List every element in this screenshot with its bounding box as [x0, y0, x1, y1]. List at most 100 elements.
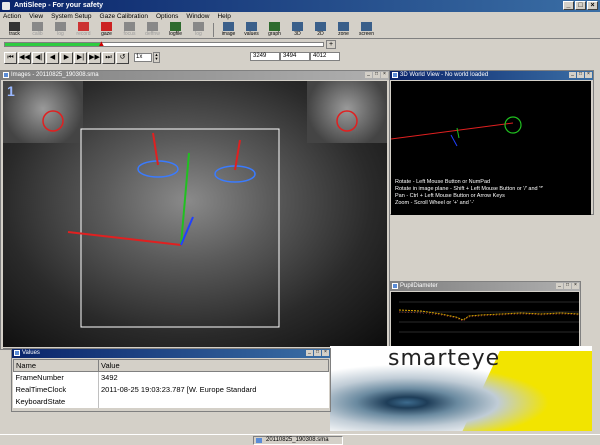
left-eye-pupil-marker	[42, 110, 64, 132]
menu-options[interactable]: Options	[156, 12, 178, 22]
playback-controls: ⏮ ◀◀ ◀| ◀ ▶ ▶| ▶▶ ⏭ ↺ 1x ▲ ▼	[4, 51, 160, 64]
table-row[interactable]: RealTimeClock 2011-08-25 19:03:23.787 [W…	[14, 383, 329, 396]
maximize-button[interactable]: □	[314, 350, 321, 356]
world-view-window: 3D World View - No world loaded _ □ × Ro…	[389, 70, 594, 215]
play-backward-button[interactable]: ◀	[46, 51, 59, 64]
world-view-help: Rotate - Left Mouse Button or NumPad Rot…	[395, 179, 543, 207]
close-button[interactable]: ×	[587, 1, 598, 10]
menu-action[interactable]: Action	[3, 12, 21, 22]
column-header-value[interactable]: Value	[98, 359, 329, 372]
first-frame-button[interactable]: ⏮	[4, 51, 17, 64]
tracking-overlay	[42, 110, 358, 328]
step-forward-button[interactable]: ▶|	[74, 51, 87, 64]
seek-bar[interactable]: ▲ +	[4, 40, 336, 49]
toolbar-button-focus[interactable]: focus	[118, 22, 141, 38]
menu-view[interactable]: View	[29, 12, 43, 22]
toolbar-button-label: image	[221, 31, 236, 37]
smarteye-banner: smarteye	[330, 346, 592, 431]
values-window-controls: _ □ ×	[306, 350, 329, 356]
values-window-titlebar[interactable]: Values _ □ ×	[12, 349, 330, 358]
camera-image[interactable]: 1	[3, 81, 387, 347]
images-window-titlebar[interactable]: Images - 20110825_190308.sma _ □ ×	[1, 71, 389, 80]
frame-start-field[interactable]: 3249	[250, 52, 280, 61]
toolbar-button-deffnw[interactable]: deffnw	[141, 22, 164, 38]
toolbar-button-zone[interactable]: zone	[332, 22, 355, 38]
world-z-axis	[450, 134, 458, 147]
toolbar-button-label: screen	[358, 31, 374, 37]
toolbar-button-log[interactable]: log	[187, 22, 210, 38]
fast-forward-button[interactable]: ▶▶	[88, 51, 101, 64]
toolbar-button-track[interactable]: track	[3, 22, 26, 38]
maximize-button[interactable]: □	[575, 1, 586, 10]
menu-gaze-calibration[interactable]: Gaze Calibration	[100, 12, 148, 22]
minimize-button[interactable]: _	[306, 350, 313, 356]
menu-system-setup[interactable]: System Setup	[51, 12, 91, 22]
step-back-button[interactable]: ◀|	[32, 51, 45, 64]
seek-thumb[interactable]: ▲	[97, 40, 105, 49]
row-name: RealTimeClock	[15, 385, 67, 394]
toolbar-button-values[interactable]: values	[240, 22, 263, 38]
2d-icon	[315, 22, 326, 31]
maximize-button[interactable]: □	[564, 283, 571, 289]
app-titlebar[interactable]: AntiSleep - For your safety _ □ ×	[0, 0, 600, 12]
toolbar-button-3d[interactable]: 3D	[286, 22, 309, 38]
values-icon	[246, 22, 257, 31]
toolbar-button-calib[interactable]: calib	[26, 22, 49, 38]
last-frame-button[interactable]: ⏭	[102, 51, 115, 64]
row-name: KeyboardState	[15, 397, 66, 406]
toolbar-button-label: 2D	[317, 31, 324, 37]
toolbar-button-label: log	[57, 31, 64, 37]
speed-spinner[interactable]: ▲ ▼	[153, 52, 160, 63]
toolbar-button-image[interactable]: image	[217, 22, 240, 38]
minimize-button[interactable]: _	[569, 72, 576, 78]
close-button[interactable]: ×	[572, 283, 579, 289]
toolbar: track calib log record gaze focus deffnw logfil…	[0, 22, 600, 39]
frame-end-field[interactable]: 4012	[310, 52, 340, 61]
toolbar-button-graph[interactable]: graph	[263, 22, 286, 38]
zone-icon	[338, 22, 349, 31]
toolbar-button-gaze[interactable]: gaze	[95, 22, 118, 38]
face-bounding-box	[80, 128, 280, 328]
frame-current-field[interactable]: 3494	[280, 52, 310, 61]
banner-eye-image	[330, 364, 550, 431]
gaze-icon	[101, 22, 112, 31]
values-header-row: Name Value	[13, 359, 329, 372]
row-value: 3492	[98, 371, 329, 384]
table-row[interactable]: KeyboardState	[14, 395, 329, 408]
toolbar-button-label: track	[9, 31, 20, 37]
toolbar-button-2d[interactable]: 2D	[309, 22, 332, 38]
world-view-titlebar[interactable]: 3D World View - No world loaded _ □ ×	[390, 71, 593, 80]
minimize-button[interactable]: _	[365, 72, 372, 78]
minimize-button[interactable]: _	[563, 1, 574, 10]
maximize-button[interactable]: □	[373, 72, 380, 78]
toolbar-button-log[interactable]: log	[49, 22, 72, 38]
menu-window[interactable]: Window	[186, 12, 209, 22]
close-button[interactable]: ×	[585, 72, 592, 78]
pupil-diameter-controls: _ □ ×	[556, 283, 579, 289]
seek-add-button[interactable]: +	[326, 40, 336, 49]
play-button[interactable]: ▶	[60, 51, 73, 64]
world-view-canvas[interactable]: Rotate - Left Mouse Button or NumPad Rot…	[391, 81, 591, 215]
speed-field[interactable]: 1x	[134, 53, 152, 62]
values-window: Values _ □ × Name Value FrameNumber 3492…	[11, 348, 331, 412]
maximize-button[interactable]: □	[577, 72, 584, 78]
banner-logo-text: smarteye	[388, 346, 501, 371]
toolbar-button-screen[interactable]: screen	[355, 22, 378, 38]
toolbar-button-record[interactable]: record	[72, 22, 95, 38]
pupil-diameter-titlebar[interactable]: PupilDiameter _ □ ×	[390, 282, 580, 291]
eye-icon	[9, 22, 20, 31]
images-window-controls: _ □ ×	[365, 72, 388, 78]
close-button[interactable]: ×	[381, 72, 388, 78]
loop-button[interactable]: ↺	[116, 51, 129, 64]
pupil-diameter-graph[interactable]	[391, 292, 579, 346]
close-button[interactable]: ×	[322, 350, 329, 356]
minimize-button[interactable]: _	[556, 283, 563, 289]
toolbar-button-label: gaze	[101, 31, 112, 37]
rewind-button[interactable]: ◀◀	[18, 51, 31, 64]
logfile-icon	[170, 22, 181, 31]
toolbar-button-logfile[interactable]: logfile	[164, 22, 187, 38]
menu-help[interactable]: Help	[217, 12, 230, 22]
column-header-name[interactable]: Name	[13, 359, 99, 372]
world-head-marker	[504, 116, 522, 134]
table-row[interactable]: FrameNumber 3492	[14, 371, 329, 384]
